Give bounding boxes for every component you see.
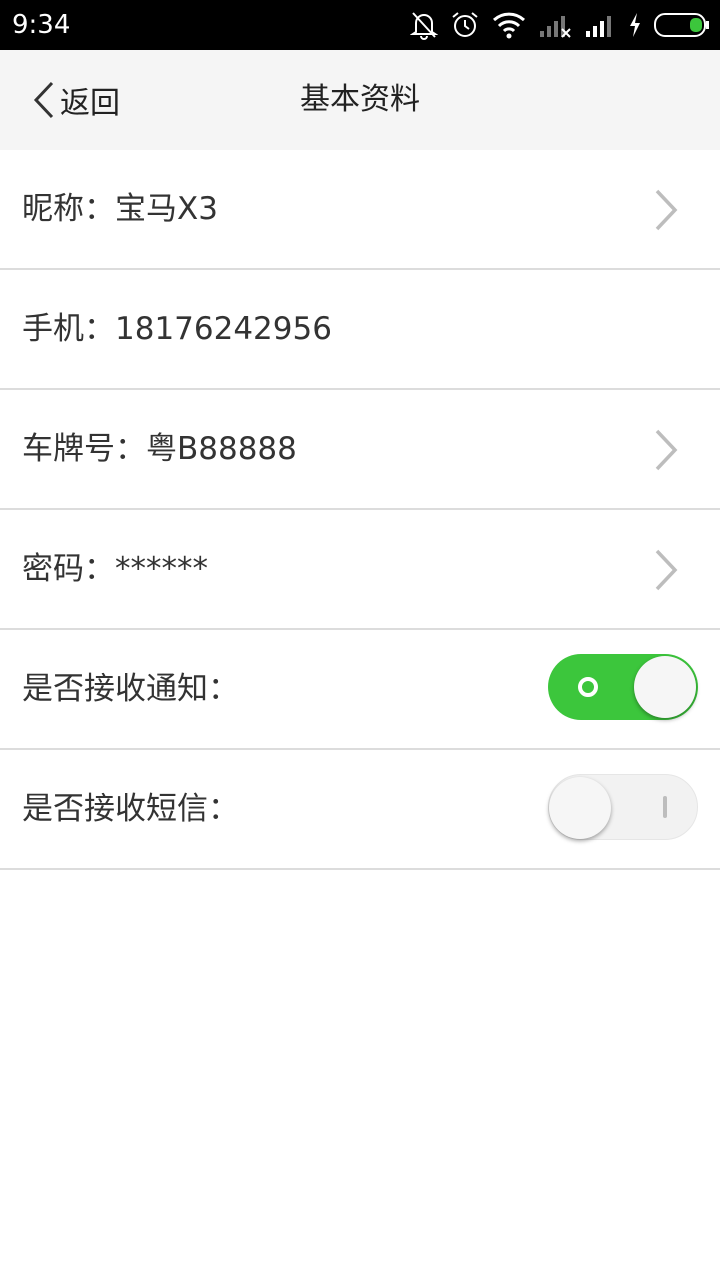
toggle-on-indicator-icon <box>578 677 598 697</box>
toggle-knob <box>549 777 611 839</box>
notification-toggle[interactable] <box>548 654 698 720</box>
nickname-label: 昵称：宝马X3 <box>22 191 218 227</box>
sms-row: 是否接收短信： <box>0 750 720 870</box>
bell-muted-icon <box>410 12 438 40</box>
chevron-right-icon <box>655 429 678 471</box>
status-icons <box>398 8 710 42</box>
alarm-clock-icon <box>452 12 478 37</box>
status-time: 9:34 <box>12 10 71 40</box>
battery-icon <box>654 13 709 37</box>
back-label: 返回 <box>60 86 120 121</box>
plate-number-label: 车牌号：粤B88888 <box>22 431 297 467</box>
notification-row: 是否接收通知： <box>0 630 720 750</box>
chevron-right-icon <box>655 549 678 591</box>
chevron-left-icon <box>33 81 54 119</box>
status-bar: 9:34 <box>0 0 720 50</box>
chevron-right-icon <box>655 189 678 231</box>
password-label: 密码：****** <box>22 551 208 587</box>
back-button[interactable]: 返回 <box>32 72 142 128</box>
nav-bar: 返回 基本资料 <box>0 50 720 150</box>
nickname-row[interactable]: 昵称：宝马X3 <box>0 150 720 270</box>
signal-icon <box>586 16 611 37</box>
plate-number-row[interactable]: 车牌号：粤B88888 <box>0 390 720 510</box>
sms-label: 是否接收短信： <box>22 791 239 827</box>
toggle-off-indicator-icon <box>663 796 667 818</box>
charging-icon <box>630 13 640 37</box>
phone-label: 手机：18176242956 <box>22 311 332 347</box>
phone-row: 手机：18176242956 <box>0 270 720 390</box>
profile-list: 昵称：宝马X3 手机：18176242956 车牌号：粤B88888 密码：**… <box>0 150 720 870</box>
wifi-icon <box>492 12 526 39</box>
signal-no-sim-icon <box>540 16 571 38</box>
notification-label: 是否接收通知： <box>22 671 239 707</box>
password-row[interactable]: 密码：****** <box>0 510 720 630</box>
sms-toggle[interactable] <box>548 774 698 840</box>
toggle-knob <box>634 656 696 718</box>
